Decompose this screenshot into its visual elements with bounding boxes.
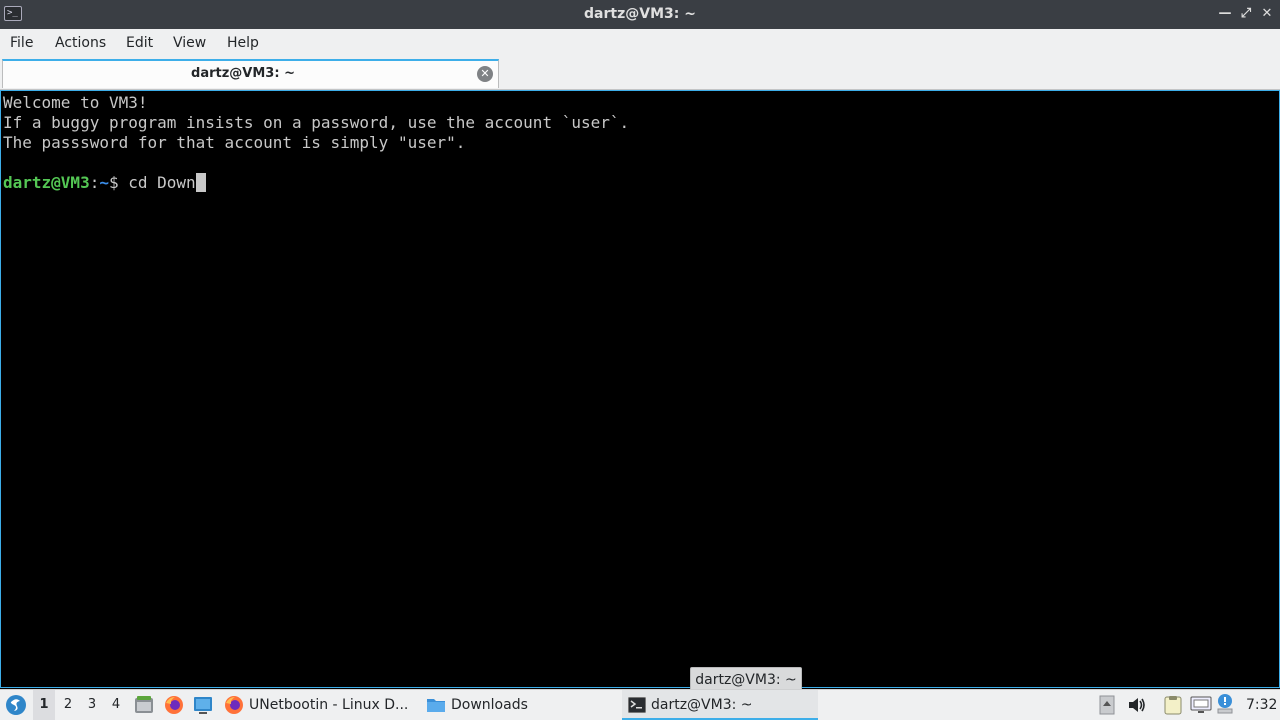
text-cursor xyxy=(195,173,206,192)
file-manager-launcher-icon[interactable] xyxy=(134,695,154,715)
clipboard-icon[interactable] xyxy=(1163,695,1183,715)
terminal-icon xyxy=(628,690,646,718)
close-tab-icon[interactable]: ✕ xyxy=(477,66,493,82)
minimize-button[interactable]: — xyxy=(1215,4,1235,24)
terminal-line: The passsword for that account is simply… xyxy=(3,133,466,152)
menu-help[interactable]: Help xyxy=(227,29,259,57)
terminal-line: If a buggy program insists on a password… xyxy=(3,113,630,132)
command-input[interactable]: cd Down xyxy=(128,173,195,192)
task-unetbootin[interactable]: UNetbootin - Linux D... xyxy=(224,690,420,720)
tab-terminal[interactable]: dartz@VM3: ~ ✕ xyxy=(2,59,499,88)
menu-view[interactable]: View xyxy=(173,29,206,57)
menu-file[interactable]: File xyxy=(10,29,33,57)
start-menu-icon[interactable] xyxy=(5,694,27,716)
firefox-icon xyxy=(224,690,244,720)
window-titlebar[interactable]: >_ dartz@VM3: ~ — ⤢ ✕ xyxy=(0,0,1280,29)
prompt-user-host: dartz@VM3 xyxy=(3,173,90,192)
workspace-4[interactable]: 4 xyxy=(105,690,127,720)
workspace-1[interactable]: 1 xyxy=(33,690,55,720)
prompt-symbol: $ xyxy=(108,173,129,192)
prompt-separator: : xyxy=(89,173,100,192)
taskbar: 1 2 3 4 UNetbootin - Linux D... Download… xyxy=(0,689,1280,720)
prompt-path: ~ xyxy=(99,173,109,192)
firefox-launcher-icon[interactable] xyxy=(164,695,184,715)
volume-icon[interactable] xyxy=(1127,696,1147,714)
clock[interactable]: 7:32 xyxy=(1246,690,1277,720)
task-terminal[interactable]: dartz@VM3: ~ xyxy=(622,690,818,720)
notification-icon[interactable] xyxy=(1215,693,1235,715)
prompt-line: dartz@VM3:~$ cd Down xyxy=(3,173,206,193)
task-label: UNetbootin - Linux D... xyxy=(249,697,409,713)
menu-actions[interactable]: Actions xyxy=(55,29,106,57)
task-label: dartz@VM3: ~ xyxy=(651,697,753,713)
maximize-button[interactable]: ⤢ xyxy=(1236,4,1256,24)
folder-icon xyxy=(426,690,446,720)
terminal-output[interactable]: Welcome to VM3! If a buggy program insis… xyxy=(0,90,1280,688)
window-title: dartz@VM3: ~ xyxy=(584,6,696,22)
workspace-2[interactable]: 2 xyxy=(57,690,79,720)
show-desktop-icon[interactable] xyxy=(193,695,213,715)
menu-edit[interactable]: Edit xyxy=(126,29,153,57)
tray-expander-icon[interactable] xyxy=(1099,695,1115,715)
close-button[interactable]: ✕ xyxy=(1257,4,1277,24)
network-icon[interactable] xyxy=(1190,696,1212,714)
menu-bar: File Actions Edit View Help xyxy=(0,29,1280,58)
workspace-3[interactable]: 3 xyxy=(81,690,103,720)
tab-bar: dartz@VM3: ~ ✕ xyxy=(0,57,1280,90)
task-downloads[interactable]: Downloads xyxy=(426,690,616,720)
tab-label: dartz@VM3: ~ xyxy=(191,66,295,81)
terminal-line: Welcome to VM3! xyxy=(3,93,148,112)
task-label: Downloads xyxy=(451,697,528,713)
